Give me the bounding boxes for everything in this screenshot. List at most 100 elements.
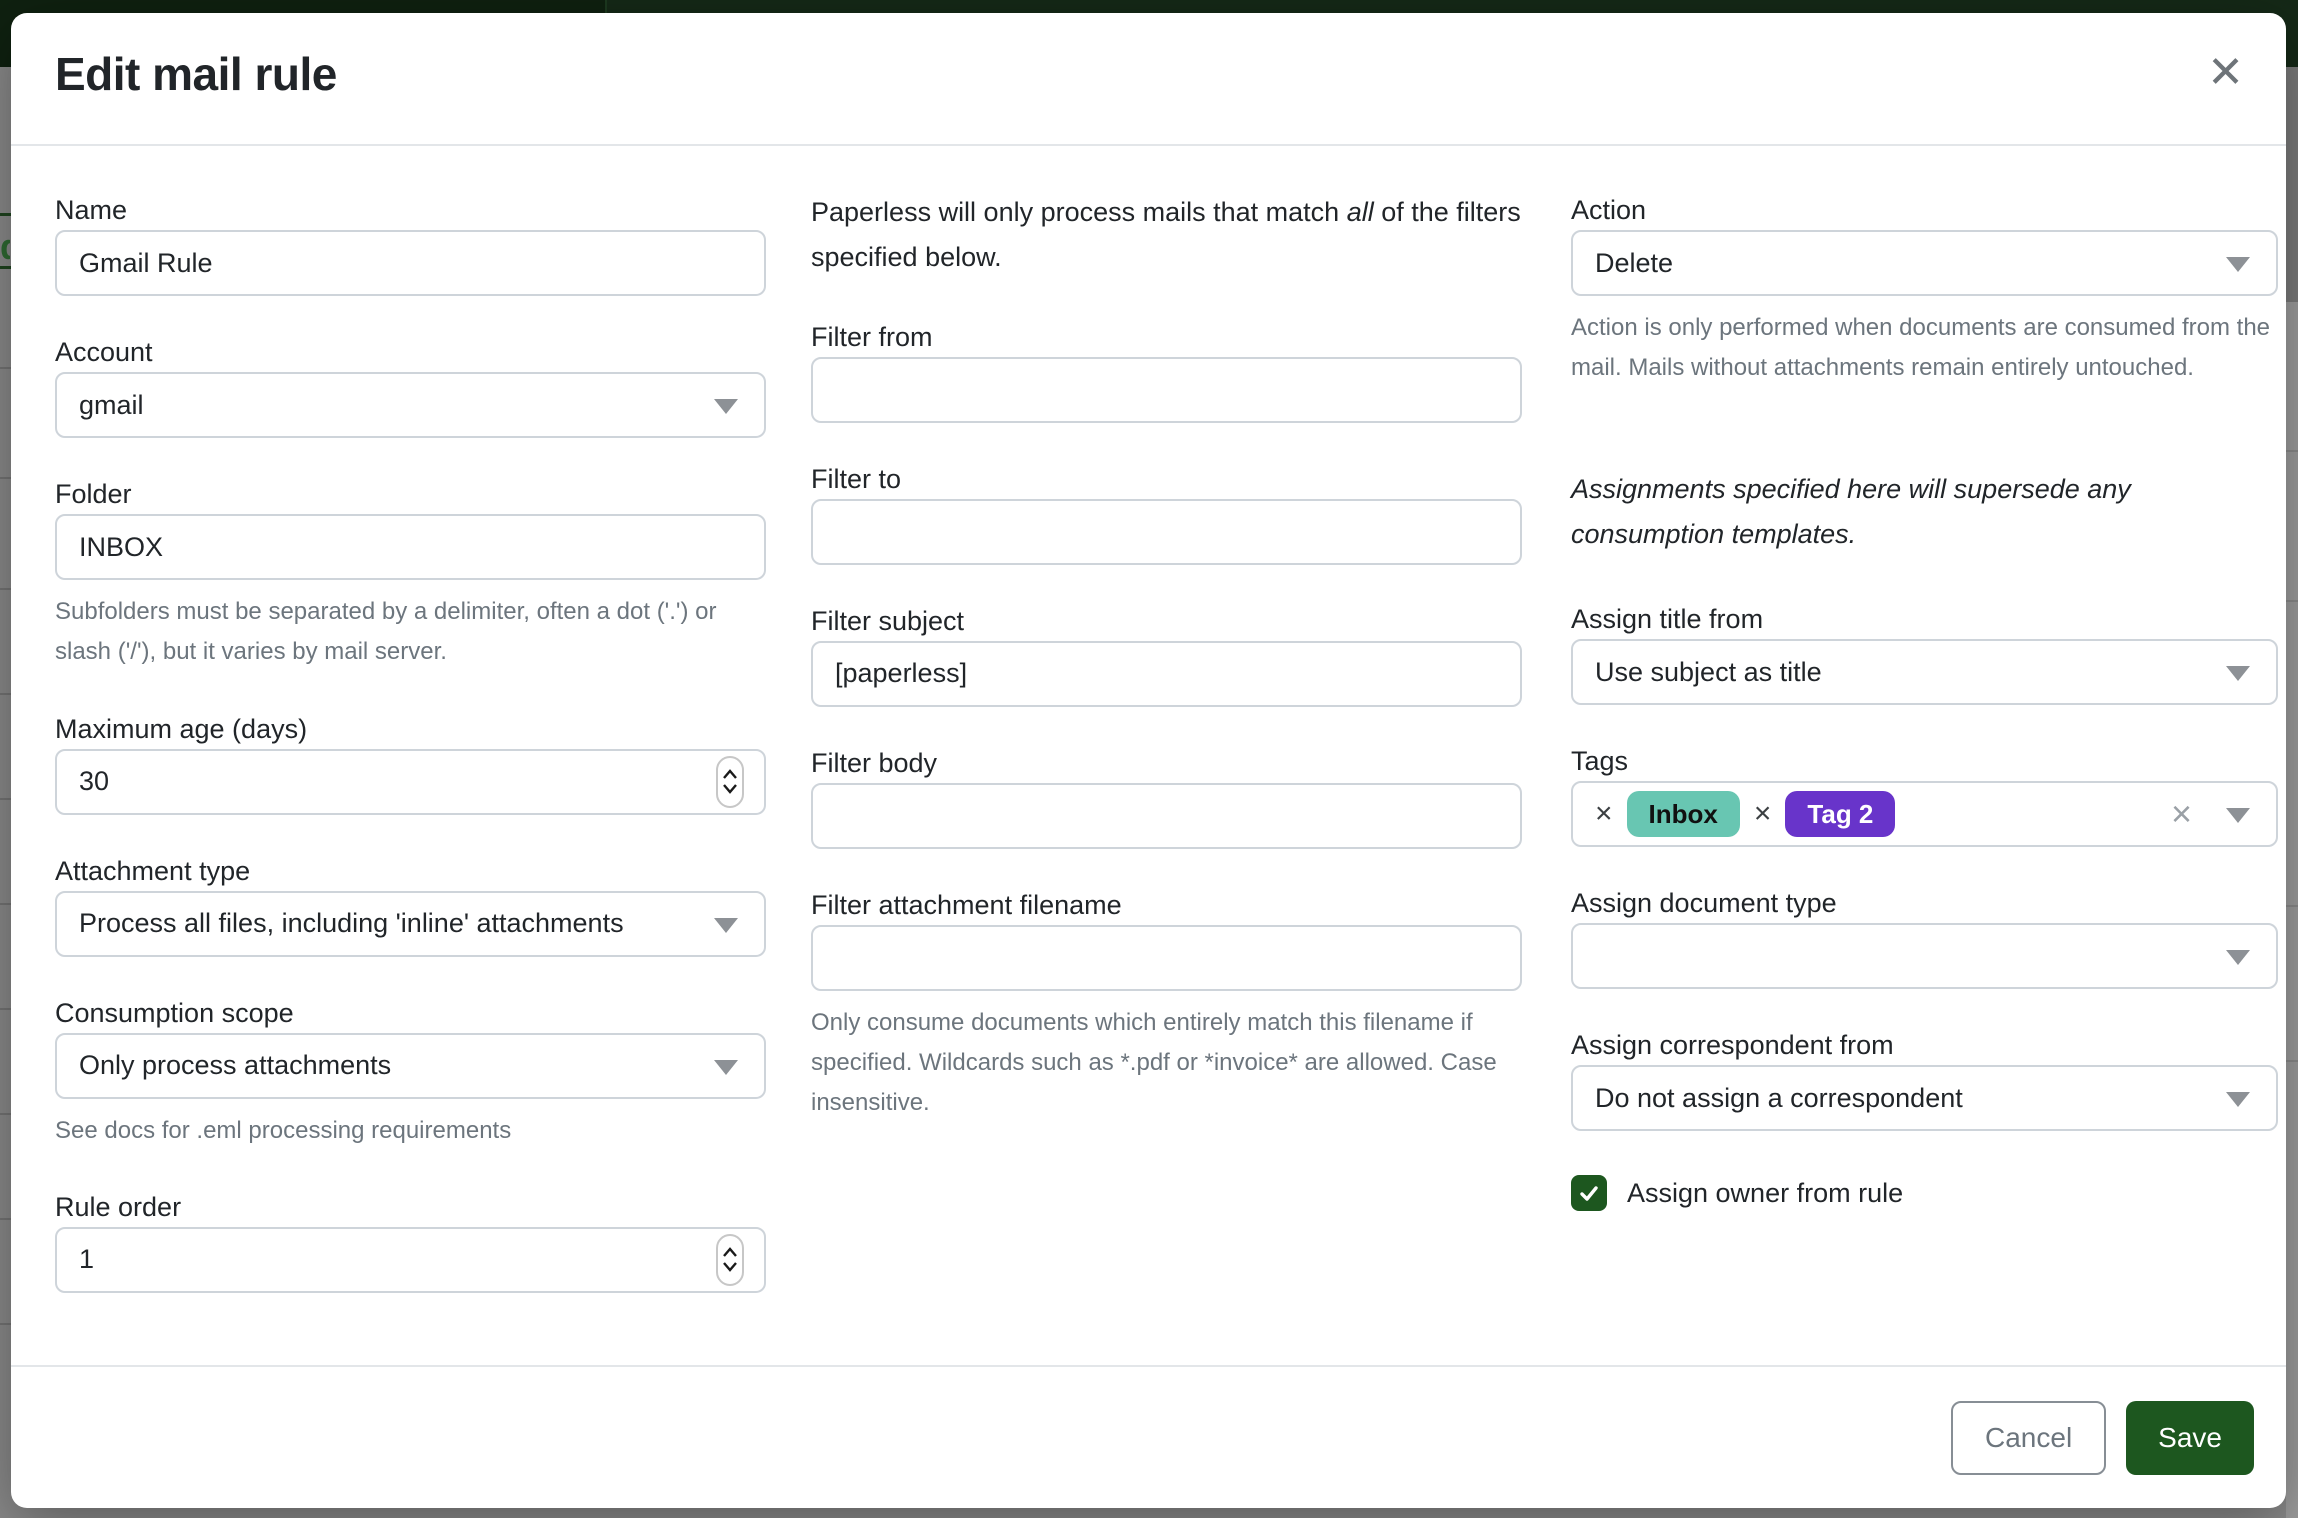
consumption-scope-field-group: Consumption scope Only process attachmen… <box>55 993 766 1151</box>
doc-type-field-group: Assign document type <box>1571 883 2278 989</box>
spinner-buttons-icon[interactable] <box>716 1234 744 1286</box>
background-button-border <box>0 266 11 269</box>
page-scrollbar-track[interactable] <box>2286 302 2298 1518</box>
close-icon[interactable]: ✕ <box>2207 51 2244 95</box>
folder-label: Folder <box>55 474 766 514</box>
background-row-divider <box>2286 1060 2298 1062</box>
filter-from-label: Filter from <box>811 317 1522 357</box>
attachment-type-select[interactable]: Process all files, including 'inline' at… <box>55 891 766 957</box>
background-button-border <box>0 213 11 216</box>
dialog-title: Edit mail rule <box>55 47 337 101</box>
attachment-type-field-group: Attachment type Process all files, inclu… <box>55 851 766 957</box>
account-label: Account <box>55 332 766 372</box>
rule-order-field-group: Rule order <box>55 1187 766 1293</box>
background-row-divider <box>0 588 11 590</box>
chevron-down-icon <box>2226 1092 2250 1107</box>
remove-tag-icon[interactable]: × <box>1754 799 1772 829</box>
clear-tags-icon[interactable]: × <box>2171 793 2192 835</box>
filters-intro-text: Paperless will only process mails that m… <box>811 190 1522 281</box>
chevron-down-icon <box>714 399 738 414</box>
background-row-divider <box>0 1323 11 1325</box>
name-input[interactable] <box>55 230 766 296</box>
tags-multiselect[interactable]: × Inbox × Tag 2 × <box>1571 781 2278 847</box>
chevron-down-icon <box>2226 808 2250 823</box>
chevron-down-icon <box>2226 257 2250 272</box>
action-help-text: Action is only performed when documents … <box>1571 308 2278 389</box>
filter-to-field-group: Filter to <box>811 459 1522 565</box>
correspondent-label: Assign correspondent from <box>1571 1025 2278 1065</box>
edit-mail-rule-dialog: Edit mail rule ✕ Name Account gmail Fold… <box>11 13 2286 1508</box>
correspondent-select[interactable]: Do not assign a correspondent <box>1571 1065 2278 1131</box>
folder-input[interactable] <box>55 514 766 580</box>
background-partial-text: d <box>0 226 10 268</box>
rule-order-input[interactable] <box>79 1230 609 1290</box>
action-selected-value: Delete <box>1595 248 1673 279</box>
filter-body-label: Filter body <box>811 743 1522 783</box>
assign-owner-row: Assign owner from rule <box>1571 1175 2278 1211</box>
filters-intro-emphasis: all <box>1347 197 1374 227</box>
column-action-assignments: Action Delete Action is only performed w… <box>1571 190 2278 1211</box>
rule-order-label: Rule order <box>55 1187 766 1227</box>
dialog-header: Edit mail rule ✕ <box>11 13 2286 146</box>
remove-tag-icon[interactable]: × <box>1595 799 1613 829</box>
filter-to-label: Filter to <box>811 459 1522 499</box>
background-row-divider <box>0 1008 11 1010</box>
correspondent-field-group: Assign correspondent from Do not assign … <box>1571 1025 2278 1131</box>
folder-help-text: Subfolders must be separated by a delimi… <box>55 592 766 673</box>
max-age-input[interactable] <box>79 752 609 812</box>
chevron-down-icon <box>714 1060 738 1075</box>
assignments-note: Assignments specified here will supersed… <box>1571 467 2278 558</box>
max-age-stepper[interactable] <box>55 749 766 815</box>
attachment-type-label: Attachment type <box>55 851 766 891</box>
filter-subject-label: Filter subject <box>811 601 1522 641</box>
filter-subject-input[interactable] <box>811 641 1522 707</box>
consumption-scope-select[interactable]: Only process attachments <box>55 1033 766 1099</box>
assign-title-select[interactable]: Use subject as title <box>1571 639 2278 705</box>
tag-chip-inbox: Inbox <box>1627 791 1740 837</box>
filter-from-field-group: Filter from <box>811 317 1522 423</box>
background-row-divider <box>0 1218 11 1220</box>
page-scrollbar-thumb[interactable] <box>2286 67 2298 302</box>
assign-title-selected-value: Use subject as title <box>1595 657 1822 688</box>
doc-type-label: Assign document type <box>1571 883 2278 923</box>
chevron-down-icon <box>2226 666 2250 681</box>
tags-label: Tags <box>1571 741 2278 781</box>
tag-chip-tag2: Tag 2 <box>1785 791 1895 837</box>
chevron-down-icon <box>714 918 738 933</box>
assign-title-field-group: Assign title from Use subject as title <box>1571 599 2278 705</box>
background-row-divider <box>0 1113 11 1115</box>
dialog-body: Name Account gmail Folder Subfolders mus… <box>11 146 2286 1365</box>
filter-body-input[interactable] <box>811 783 1522 849</box>
folder-field-group: Folder Subfolders must be separated by a… <box>55 474 766 673</box>
filter-subject-field-group: Filter subject <box>811 601 1522 707</box>
filter-to-input[interactable] <box>811 499 1522 565</box>
column-rule-settings: Name Account gmail Folder Subfolders mus… <box>55 190 766 1329</box>
consumption-scope-selected-value: Only process attachments <box>79 1050 391 1081</box>
spinner-buttons-icon[interactable] <box>716 756 744 808</box>
filters-intro-prefix: Paperless will only process mails that m… <box>811 197 1347 227</box>
background-row-divider <box>2286 905 2298 907</box>
cancel-button[interactable]: Cancel <box>1951 1401 2106 1475</box>
filter-filename-help-text: Only consume documents which entirely ma… <box>811 1003 1522 1124</box>
assign-owner-checkbox[interactable] <box>1571 1175 1607 1211</box>
background-row-divider <box>0 477 11 479</box>
account-select[interactable]: gmail <box>55 372 766 438</box>
attachment-type-selected-value: Process all files, including 'inline' at… <box>79 908 624 939</box>
filter-from-input[interactable] <box>811 357 1522 423</box>
chevron-down-icon <box>2226 950 2250 965</box>
rule-order-stepper[interactable] <box>55 1227 766 1293</box>
consumption-scope-help-text: See docs for .eml processing requirement… <box>55 1111 766 1151</box>
doc-type-select[interactable] <box>1571 923 2278 989</box>
checkmark-icon <box>1577 1181 1601 1205</box>
column-filters: Paperless will only process mails that m… <box>811 190 1522 1160</box>
max-age-label: Maximum age (days) <box>55 709 766 749</box>
assign-owner-label: Assign owner from rule <box>1627 1178 1903 1209</box>
background-row-divider <box>0 798 11 800</box>
correspondent-selected-value: Do not assign a correspondent <box>1595 1083 1963 1114</box>
dialog-footer: Cancel Save <box>11 1365 2286 1508</box>
action-select[interactable]: Delete <box>1571 230 2278 296</box>
filter-filename-input[interactable] <box>811 925 1522 991</box>
tags-field-group: Tags × Inbox × Tag 2 × <box>1571 741 2278 847</box>
save-button[interactable]: Save <box>2126 1401 2254 1475</box>
name-field-group: Name <box>55 190 766 296</box>
